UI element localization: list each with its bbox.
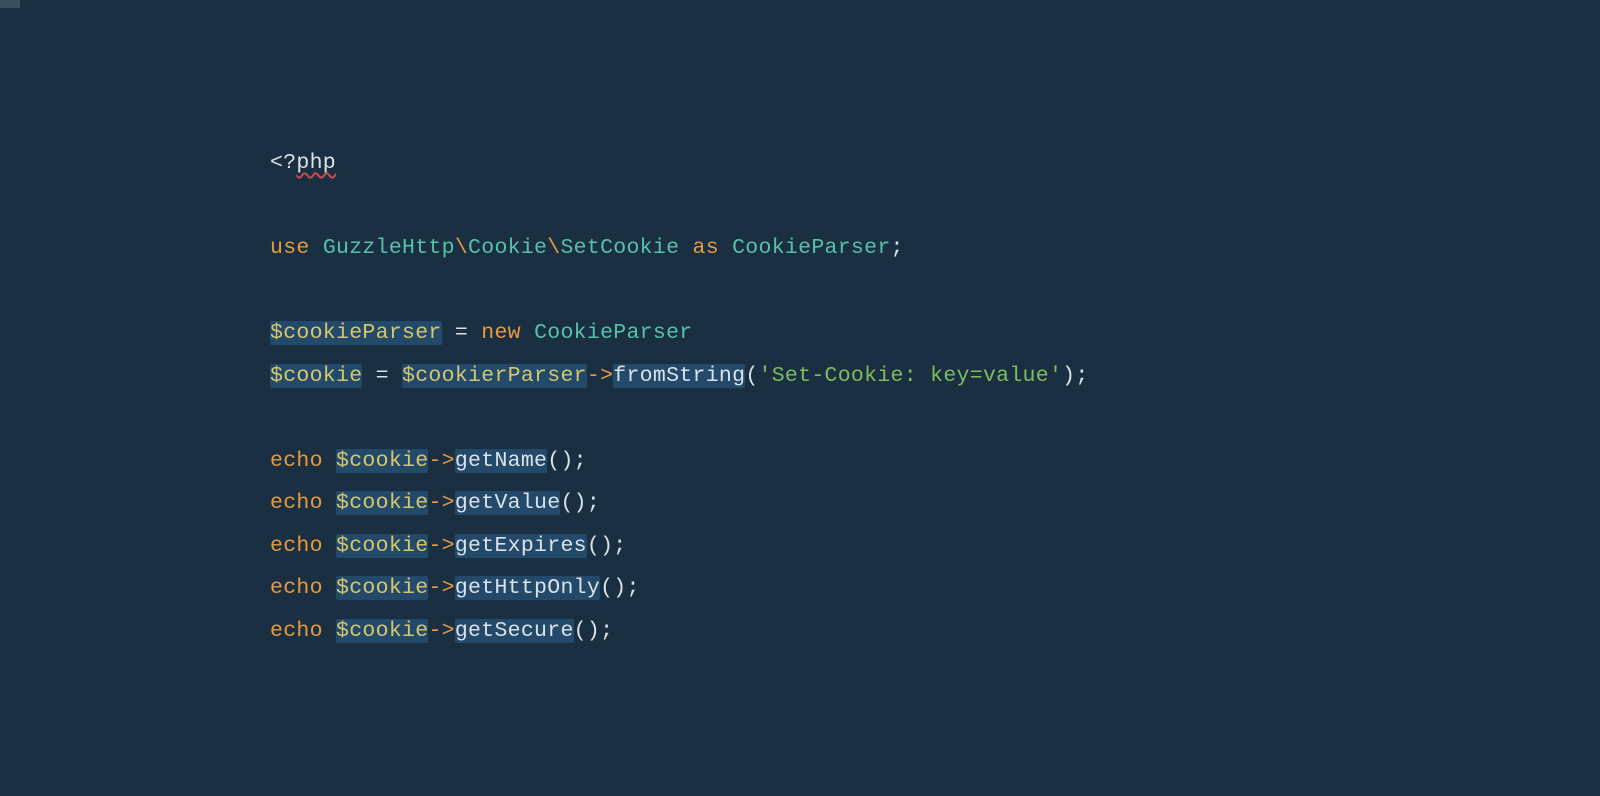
semicolon: ;	[600, 619, 613, 643]
arrow-operator: ->	[428, 576, 454, 600]
parens: ()	[587, 534, 613, 558]
parens: ()	[574, 619, 600, 643]
paren: )	[1062, 364, 1075, 388]
space	[521, 321, 534, 345]
arrow-operator: ->	[587, 364, 613, 388]
php-tag: php	[296, 151, 336, 175]
semicolon: ;	[613, 534, 626, 558]
semicolon: ;	[1075, 364, 1088, 388]
method-call: getName	[455, 449, 547, 473]
class-name: SetCookie	[560, 236, 679, 260]
keyword-echo: echo	[270, 576, 323, 600]
variable: $cookie	[336, 534, 428, 558]
space	[323, 576, 336, 600]
code-line-12[interactable]: echo $cookie->getSecure();	[270, 610, 1600, 653]
string-literal: 'Set-Cookie: key=value'	[759, 364, 1063, 388]
keyword-echo: echo	[270, 449, 323, 473]
keyword-echo: echo	[270, 619, 323, 643]
space	[323, 619, 336, 643]
arrow-operator: ->	[428, 534, 454, 558]
space	[679, 236, 692, 260]
variable: $cookieParser	[270, 321, 442, 345]
arrow-operator: ->	[428, 619, 454, 643]
keyword-echo: echo	[270, 491, 323, 515]
method-call: fromString	[613, 364, 745, 388]
code-line-11[interactable]: echo $cookie->getHttpOnly();	[270, 567, 1600, 610]
php-open-tag: <?	[270, 151, 296, 175]
paren: (	[745, 364, 758, 388]
space	[323, 534, 336, 558]
semicolon: ;	[574, 449, 587, 473]
code-line-2[interactable]	[270, 185, 1600, 228]
variable: $cookie	[336, 449, 428, 473]
code-line-4[interactable]	[270, 270, 1600, 313]
code-editor[interactable]: <?php use GuzzleHttp\Cookie\SetCookie as…	[0, 0, 1600, 652]
ns-separator: \	[455, 236, 468, 260]
method-call: getExpires	[455, 534, 587, 558]
variable: $cookie	[336, 491, 428, 515]
code-line-10[interactable]: echo $cookie->getExpires();	[270, 525, 1600, 568]
keyword-echo: echo	[270, 534, 323, 558]
operator-eq: =	[362, 364, 402, 388]
variable: $cookierParser	[402, 364, 587, 388]
keyword-as: as	[693, 236, 719, 260]
code-line-6[interactable]: $cookie = $cookierParser->fromString('Se…	[270, 355, 1600, 398]
parens: ()	[560, 491, 586, 515]
method-call: getSecure	[455, 619, 574, 643]
space	[719, 236, 732, 260]
arrow-operator: ->	[428, 449, 454, 473]
arrow-operator: ->	[428, 491, 454, 515]
namespace: GuzzleHttp	[323, 236, 455, 260]
keyword-new: new	[481, 321, 521, 345]
space	[323, 491, 336, 515]
alias-name: CookieParser	[732, 236, 890, 260]
parens: ()	[600, 576, 626, 600]
variable: $cookie	[336, 619, 428, 643]
semicolon: ;	[626, 576, 639, 600]
space	[310, 236, 323, 260]
code-line-5[interactable]: $cookieParser = new CookieParser	[270, 312, 1600, 355]
variable: $cookie	[336, 576, 428, 600]
top-bar-marker	[0, 0, 20, 8]
method-call: getHttpOnly	[455, 576, 600, 600]
code-line-7[interactable]	[270, 397, 1600, 440]
code-line-3[interactable]: use GuzzleHttp\Cookie\SetCookie as Cooki…	[270, 227, 1600, 270]
namespace: Cookie	[468, 236, 547, 260]
operator-eq: =	[442, 321, 482, 345]
method-call: getValue	[455, 491, 561, 515]
keyword-use: use	[270, 236, 310, 260]
code-line-9[interactable]: echo $cookie->getValue();	[270, 482, 1600, 525]
ns-separator: \	[547, 236, 560, 260]
code-line-1[interactable]: <?php	[270, 142, 1600, 185]
semicolon: ;	[587, 491, 600, 515]
class-name: CookieParser	[534, 321, 692, 345]
variable: $cookie	[270, 364, 362, 388]
parens: ()	[547, 449, 573, 473]
code-line-8[interactable]: echo $cookie->getName();	[270, 440, 1600, 483]
space	[323, 449, 336, 473]
semicolon: ;	[891, 236, 904, 260]
